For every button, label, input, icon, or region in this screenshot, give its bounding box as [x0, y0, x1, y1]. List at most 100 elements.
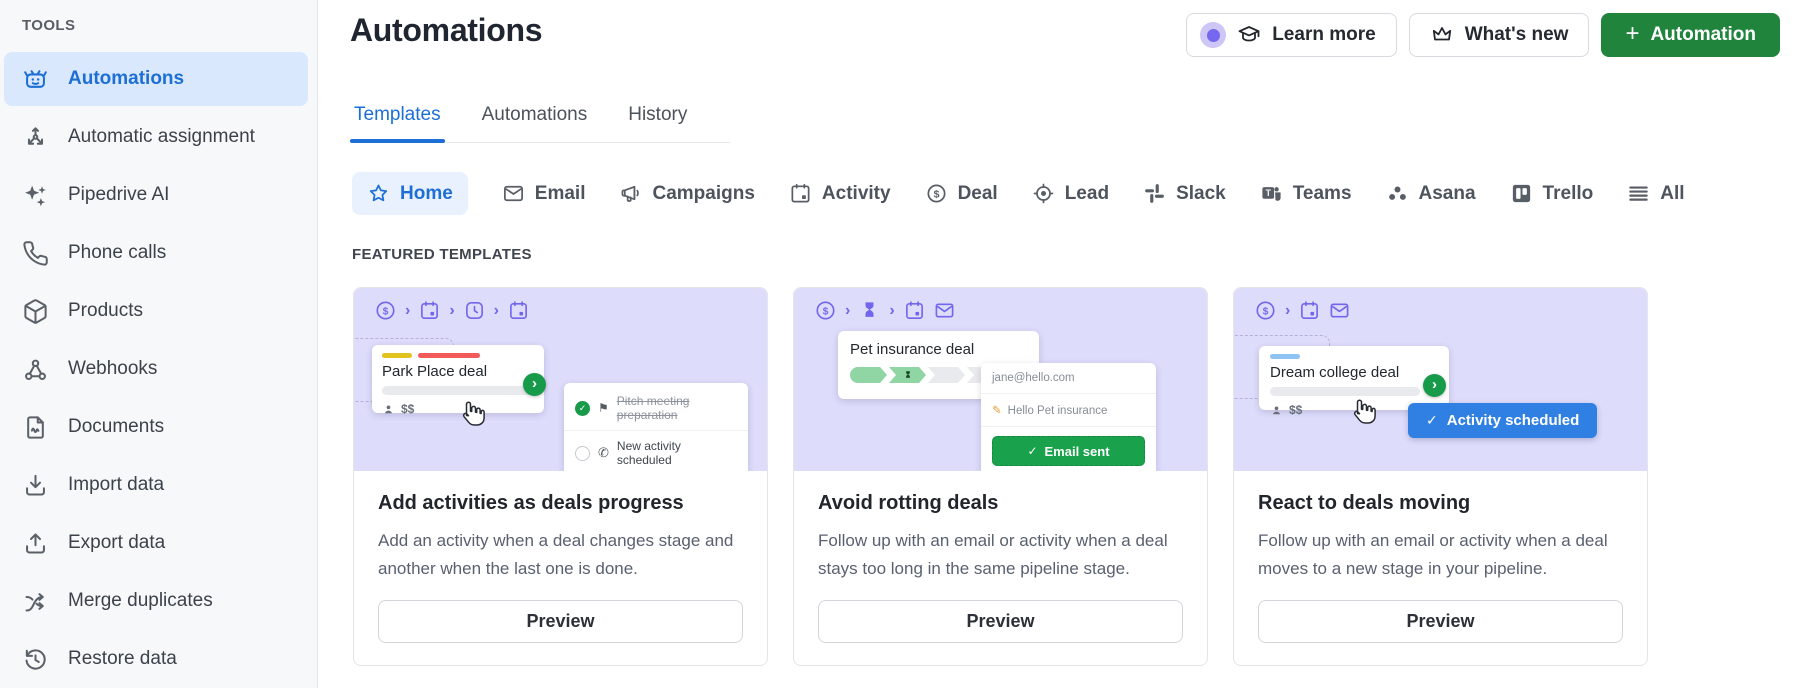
preview-button[interactable]: Preview	[378, 600, 743, 644]
deal-flow-icon: $	[815, 300, 836, 321]
page-title: Automations	[350, 12, 543, 48]
sidebar-item-label: Pipedrive AI	[68, 184, 170, 205]
sidebar-item-automatic-assignment[interactable]: Automatic assignment	[4, 110, 308, 164]
add-automation-button[interactable]: + Automation	[1601, 13, 1780, 57]
sidebar-item-phone-calls[interactable]: Phone calls	[4, 226, 308, 280]
deal-circle-icon: $	[376, 301, 395, 320]
hourglass-icon	[903, 369, 913, 381]
filter-trello[interactable]: Trello	[1510, 182, 1594, 205]
deal-circle-icon: $	[1256, 301, 1275, 320]
template-card-body: Add activities as deals progress Add an …	[354, 471, 767, 665]
tab-bar: Templates Automations History	[350, 102, 730, 143]
clock-flow-icon	[464, 300, 485, 321]
whats-new-button[interactable]: What's new	[1408, 13, 1590, 57]
chevron-right-icon	[1285, 302, 1290, 320]
mini-progress-bar	[382, 386, 534, 395]
template-filter-bar: Home Email Campaigns Activity $ Deal Lead Slack…	[352, 172, 1685, 215]
sidebar-item-automations[interactable]: Automations	[4, 52, 308, 106]
sidebar-item-restore-data[interactable]: Restore data	[4, 632, 308, 686]
svg-text:$: $	[933, 188, 939, 200]
filter-campaigns[interactable]: Campaigns	[620, 182, 755, 205]
mini-deal-value: $$	[401, 402, 415, 416]
calendar-icon	[789, 182, 812, 205]
megaphone-icon	[620, 182, 643, 205]
calendar-icon	[421, 301, 439, 319]
learn-more-button[interactable]: Learn more	[1186, 13, 1397, 57]
hand-cursor-icon	[1353, 399, 1376, 424]
filter-deal[interactable]: $ Deal	[925, 182, 998, 205]
call-icon	[598, 445, 609, 461]
activity-label: New activity scheduled	[616, 439, 681, 467]
filter-activity[interactable]: Activity	[789, 182, 891, 205]
tab-automations[interactable]: Automations	[480, 102, 590, 142]
filter-label: Activity	[821, 182, 891, 204]
chevron-right-icon	[405, 302, 410, 320]
filter-slack[interactable]: Slack	[1143, 182, 1226, 205]
sidebar-item-label: Phone calls	[68, 242, 167, 263]
sidebar-item-label: Merge duplicates	[68, 590, 213, 611]
template-card-add-activities: $ Park Place deal $$	[353, 287, 768, 667]
sidebar-item-merge-duplicates[interactable]: Merge duplicates	[4, 574, 308, 628]
sidebar-item-products[interactable]: Products	[4, 284, 308, 338]
filter-label: Deal	[957, 182, 998, 204]
mini-deal-title: Park Place deal	[382, 363, 488, 380]
import-icon	[22, 472, 49, 499]
person-icon	[384, 404, 393, 413]
deal-icon: $	[925, 182, 948, 205]
clock-icon	[465, 302, 483, 319]
person-icon	[1272, 405, 1281, 414]
phone-icon	[22, 240, 49, 267]
mini-deal-title: Dream college deal	[1270, 364, 1400, 381]
filter-label: Trello	[1542, 182, 1594, 204]
filter-email[interactable]: Email	[502, 182, 586, 205]
notification-dot-icon	[1200, 22, 1227, 48]
merge-icon	[22, 588, 49, 615]
preview-button[interactable]: Preview	[1258, 600, 1623, 644]
calendar-flow-icon	[1299, 300, 1320, 321]
email-sent-badge: Email sent	[992, 436, 1145, 466]
email-subject: Hello Pet insurance	[1007, 405, 1108, 417]
preview-button[interactable]: Preview	[818, 600, 1183, 644]
envelope-icon	[1330, 303, 1349, 318]
filter-home[interactable]: Home	[352, 172, 468, 215]
template-description: Follow up with an email or activity when…	[818, 531, 1168, 578]
mini-activity-list: Pitch meeting preparation New activity s…	[564, 383, 748, 471]
sidebar-item-documents[interactable]: Documents	[4, 400, 308, 454]
sidebar-item-export-data[interactable]: Export data	[4, 516, 308, 570]
template-title: Add activities as deals progress	[378, 492, 684, 514]
filter-label: Asana	[1418, 182, 1476, 204]
deal-circle-icon: $	[816, 301, 835, 320]
sidebar-item-label: Products	[68, 300, 143, 321]
filter-asana[interactable]: Asana	[1386, 182, 1476, 205]
filter-label: Teams	[1292, 182, 1352, 204]
filter-lead[interactable]: Lead	[1032, 182, 1109, 205]
slack-icon	[1143, 182, 1166, 205]
webhook-icon	[22, 356, 49, 383]
sidebar-item-label: Webhooks	[68, 358, 158, 379]
calendar-flow-icon	[508, 300, 529, 321]
featured-template-cards: $ Park Place deal $$	[353, 287, 1648, 667]
calendar-icon	[510, 301, 527, 319]
email-recipient: jane@hello.com	[981, 363, 1156, 394]
mini-progress-bar	[1270, 387, 1420, 396]
chevron-right-icon	[845, 302, 850, 320]
asana-icon	[1386, 182, 1409, 205]
sidebar-item-import-data[interactable]: Import data	[4, 458, 308, 512]
sidebar-item-webhooks[interactable]: Webhooks	[4, 342, 308, 396]
pencil-icon	[992, 405, 1008, 417]
tab-templates[interactable]: Templates	[350, 102, 445, 143]
mini-email-popup: jane@hello.com Hello Pet insurance Email…	[981, 363, 1156, 471]
svg-text:$: $	[1263, 306, 1269, 317]
template-card-body: React to deals moving Follow up with an …	[1234, 471, 1647, 665]
deal-label-bars	[382, 353, 534, 358]
sidebar-item-label: Restore data	[68, 648, 177, 669]
tab-history[interactable]: History	[626, 102, 689, 142]
add-automation-label: Automation	[1650, 24, 1756, 45]
filter-all[interactable]: All	[1627, 182, 1685, 205]
envelope-icon	[935, 303, 954, 318]
deal-label-bars	[1270, 354, 1438, 359]
sidebar-item-pipedrive-ai[interactable]: Pipedrive AI	[4, 168, 308, 222]
filter-teams[interactable]: T Teams	[1260, 182, 1352, 205]
star-icon	[367, 182, 390, 205]
template-illustration: $ Park Place deal $$	[354, 288, 767, 471]
